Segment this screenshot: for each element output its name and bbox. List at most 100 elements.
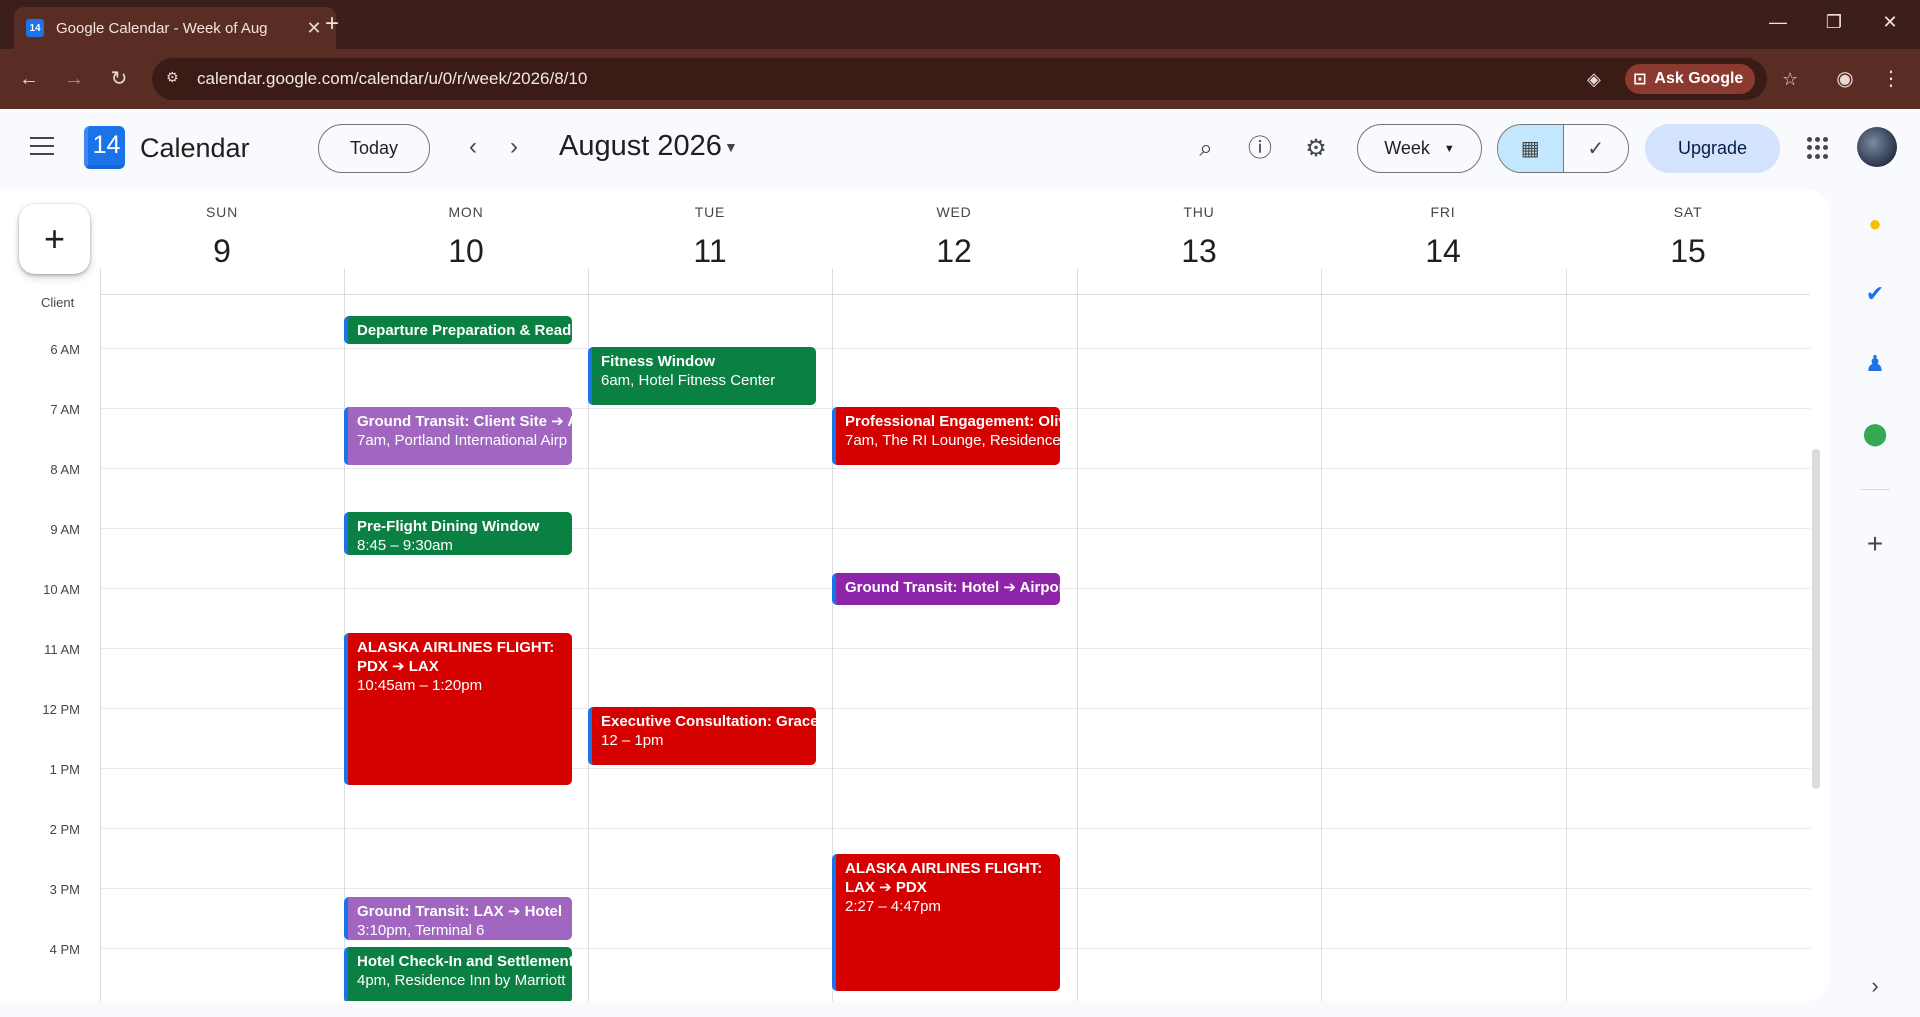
bookmark-star-icon[interactable]: ☆ xyxy=(1782,69,1798,90)
day-of-week: THU xyxy=(1183,204,1215,220)
day-header-sat[interactable]: SAT 15 xyxy=(1566,189,1810,295)
day-of-week: SUN xyxy=(206,204,238,220)
day-date[interactable]: 9 xyxy=(100,233,344,270)
search-icon[interactable]: ⌕ xyxy=(1190,133,1222,165)
event-alaska-flight-pdx-lax[interactable]: ALASKA AIRLINES FLIGHT: PDX ➔ LAX 10:45a… xyxy=(344,633,572,785)
event-alaska-flight-lax-pdx[interactable]: ALASKA AIRLINES FLIGHT: LAX ➔ PDX 2:27 –… xyxy=(832,854,1060,991)
day-column-divider xyxy=(1566,295,1567,1001)
address-bar: ← → ↻ ⚙ calendar.google.com/calendar/u/0… xyxy=(0,49,1920,109)
browser-tab-strip: 14 Google Calendar - Week of Aug ✕ + — ❐… xyxy=(0,0,1920,49)
profile-icon[interactable]: ◉ xyxy=(1830,64,1860,94)
site-info-icon[interactable]: ⚙ xyxy=(166,69,186,89)
day-date[interactable]: 13 xyxy=(1077,233,1321,270)
day-header-sun[interactable]: SUN 9 xyxy=(100,189,344,295)
event-title: Ground Transit: LAX ➔ Hotel xyxy=(357,903,563,920)
previous-week-icon[interactable]: ‹ xyxy=(459,133,487,161)
header-divider xyxy=(100,269,101,295)
ask-google-label: Ask Google xyxy=(1654,70,1744,87)
get-add-ons-icon[interactable]: + xyxy=(1860,529,1890,559)
hour-label: 4 PM xyxy=(49,942,80,957)
restore-icon[interactable]: ❐ xyxy=(1822,12,1846,33)
event-ground-transit-client-site[interactable]: Ground Transit: Client Site ➔ A 7am, Por… xyxy=(344,407,572,465)
month-dropdown-icon[interactable]: ▼ xyxy=(724,139,738,155)
day-header-fri[interactable]: FRI 14 xyxy=(1321,189,1565,295)
settings-gear-icon[interactable]: ⚙ xyxy=(1300,133,1332,165)
event-title: ALASKA AIRLINES FLIGHT: PDX ➔ LAX xyxy=(357,639,555,675)
day-header-wed[interactable]: WED 12 xyxy=(832,189,1076,295)
day-header-tue[interactable]: TUE 11 xyxy=(588,189,832,295)
day-date[interactable]: 15 xyxy=(1566,233,1810,270)
avatar[interactable] xyxy=(1857,127,1897,167)
calendar-view-icon[interactable]: ▦ xyxy=(1498,125,1564,172)
next-week-icon[interactable]: › xyxy=(500,133,528,161)
day-column-divider xyxy=(1321,295,1322,1001)
event-title: Ground Transit: Client Site ➔ A xyxy=(357,413,572,430)
event-pre-flight-dining[interactable]: Pre-Flight Dining Window 8:45 – 9:30am xyxy=(344,512,572,555)
day-date[interactable]: 12 xyxy=(832,233,1076,270)
lens-icon[interactable]: ◈ xyxy=(1587,69,1601,90)
event-detail: 10:45am – 1:20pm xyxy=(357,677,483,694)
calendar-logo-icon[interactable]: 14 xyxy=(84,126,125,169)
event-executive-consultation[interactable]: Executive Consultation: Grace 12 – 1pm xyxy=(588,707,816,765)
event-detail: 12 – 1pm xyxy=(601,732,664,749)
day-header-thu[interactable]: THU 13 xyxy=(1077,189,1321,295)
event-hotel-check-in[interactable]: Hotel Check-In and Settlement 4pm, Resid… xyxy=(344,947,572,1001)
event-title: Hotel Check-In and Settlement xyxy=(357,953,572,970)
reload-icon[interactable]: ↻ xyxy=(104,64,134,94)
day-header-mon[interactable]: MON 10 xyxy=(344,189,588,295)
hour-label: 12 PM xyxy=(42,702,80,717)
timezone-label: Client xyxy=(41,295,75,310)
omnibox[interactable]: ⚙ calendar.google.com/calendar/u/0/r/wee… xyxy=(152,58,1798,100)
back-icon[interactable]: ← xyxy=(14,64,44,94)
upgrade-button[interactable]: Upgrade xyxy=(1645,124,1780,173)
minimize-icon[interactable]: — xyxy=(1766,12,1790,33)
event-detail: 6am, Hotel Fitness Center xyxy=(601,372,776,389)
event-professional-engagement[interactable]: Professional Engagement: Oliv 7am, The R… xyxy=(832,407,1060,465)
hour-label: 2 PM xyxy=(49,822,80,837)
today-button[interactable]: Today xyxy=(318,124,430,173)
day-column-divider xyxy=(100,295,101,1001)
day-date[interactable]: 14 xyxy=(1321,233,1565,270)
expand-panel-icon[interactable]: › xyxy=(1860,971,1890,1001)
event-ground-transit-hotel-airport[interactable]: Ground Transit: Hotel ➔ Airpor xyxy=(832,573,1060,605)
forward-icon[interactable]: → xyxy=(59,64,89,94)
event-title: Fitness Window xyxy=(601,353,716,370)
event-ground-transit-lax-hotel[interactable]: Ground Transit: LAX ➔ Hotel 3:10pm, Term… xyxy=(344,897,572,940)
event-title: Executive Consultation: Grace xyxy=(601,713,816,730)
event-title: Ground Transit: Hotel ➔ Airpor xyxy=(845,579,1060,596)
tasks-view-icon[interactable]: ✓ xyxy=(1564,125,1629,172)
tasks-icon[interactable]: ✔ xyxy=(1860,279,1890,309)
grid-scrollbar[interactable] xyxy=(1812,449,1820,789)
create-event-button[interactable]: + xyxy=(19,204,90,274)
maps-icon[interactable]: ⬤ xyxy=(1860,419,1890,449)
event-departure-preparation[interactable]: Departure Preparation & Readi xyxy=(344,316,572,344)
event-detail: 7am, Portland International Airp xyxy=(357,432,568,449)
event-detail: 8:45 – 9:30am xyxy=(357,537,453,554)
google-apps-icon[interactable] xyxy=(1807,137,1829,159)
help-icon[interactable]: ⓘ xyxy=(1244,133,1276,165)
keep-icon[interactable]: ● xyxy=(1860,209,1890,239)
day-of-week: MON xyxy=(448,204,484,220)
event-detail: 3:10pm, Terminal 6 xyxy=(357,922,485,939)
event-title: Departure Preparation & Readi xyxy=(357,322,572,339)
browser-menu-icon[interactable]: ⋮ xyxy=(1876,64,1906,94)
event-detail: 2:27 – 4:47pm xyxy=(845,898,941,915)
browser-tab-calendar[interactable]: 14 Google Calendar - Week of Aug ✕ xyxy=(14,7,336,49)
hour-gridline xyxy=(100,468,1810,469)
calendar-tasks-toggle: ▦ ✓ xyxy=(1497,124,1629,173)
contacts-icon[interactable]: ♟ xyxy=(1860,349,1890,379)
camera-search-icon: ⊡ xyxy=(1633,71,1647,88)
new-tab-icon[interactable]: + xyxy=(318,10,346,38)
day-date[interactable]: 11 xyxy=(588,233,832,270)
month-label[interactable]: August 2026 xyxy=(559,130,722,163)
day-date[interactable]: 10 xyxy=(344,233,588,270)
event-fitness-window[interactable]: Fitness Window 6am, Hotel Fitness Center xyxy=(588,347,816,405)
hour-label: 10 AM xyxy=(43,582,80,597)
close-window-icon[interactable]: ✕ xyxy=(1878,12,1902,33)
main-menu-icon[interactable] xyxy=(30,137,54,155)
ask-google-button[interactable]: ⊡ Ask Google xyxy=(1625,64,1756,94)
view-selector[interactable]: Week ▼ xyxy=(1357,124,1482,173)
hour-label: 9 AM xyxy=(50,522,80,537)
header-divider xyxy=(1566,269,1567,295)
url-text[interactable]: calendar.google.com/calendar/u/0/r/week/… xyxy=(197,69,587,89)
